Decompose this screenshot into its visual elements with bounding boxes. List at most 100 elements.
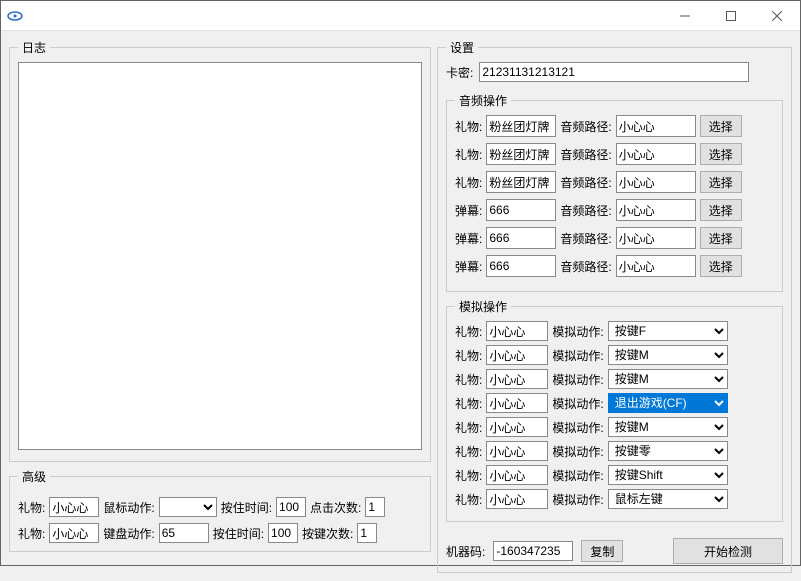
sim-row: 礼物: 模拟动作: 按键M bbox=[455, 417, 774, 437]
card-input[interactable] bbox=[479, 62, 749, 82]
left-column: 日志 高级 礼物: 鼠标动作: 按住时间: 点击次数: 礼物: bbox=[9, 39, 431, 573]
audio-row-value-input[interactable] bbox=[486, 115, 556, 137]
audio-legend: 音频操作 bbox=[455, 92, 511, 109]
audio-path-label: 音频路径: bbox=[560, 174, 611, 191]
log-textarea[interactable] bbox=[18, 62, 422, 450]
audio-path-input[interactable] bbox=[616, 199, 696, 221]
audio-path-input[interactable] bbox=[616, 115, 696, 137]
adv-mouse-action-select[interactable] bbox=[159, 497, 217, 517]
audio-select-button[interactable]: 选择 bbox=[700, 115, 742, 137]
sim-gift-label: 礼物: bbox=[455, 467, 482, 484]
sim-gift-label: 礼物: bbox=[455, 371, 482, 388]
audio-fieldset: 音频操作 礼物:音频路径:选择礼物:音频路径:选择礼物:音频路径:选择弹幕:音频… bbox=[446, 92, 783, 292]
audio-row-value-input[interactable] bbox=[486, 171, 556, 193]
audio-path-input[interactable] bbox=[616, 143, 696, 165]
log-fieldset: 日志 bbox=[9, 39, 431, 462]
audio-row: 礼物: 音频路径: 选择 bbox=[455, 143, 774, 165]
audio-row: 礼物: 音频路径: 选择 bbox=[455, 171, 774, 193]
audio-row-value-input[interactable] bbox=[486, 199, 556, 221]
sim-action-label: 模拟动作: bbox=[552, 467, 603, 484]
main-window: 日志 高级 礼物: 鼠标动作: 按住时间: 点击次数: 礼物: bbox=[0, 0, 801, 566]
audio-row: 礼物:音频路径:选择 bbox=[455, 115, 774, 137]
sim-gift-input[interactable] bbox=[486, 441, 548, 461]
audio-select-button[interactable]: 选择 bbox=[700, 255, 742, 277]
adv-mouse-action-label: 鼠标动作: bbox=[103, 499, 154, 516]
sim-action-select[interactable]: 按键零 bbox=[608, 441, 728, 461]
audio-row-value-input[interactable] bbox=[486, 143, 556, 165]
sim-gift-input[interactable] bbox=[486, 489, 548, 509]
audio-row-label: 礼物: bbox=[455, 174, 482, 191]
sim-action-label: 模拟动作: bbox=[552, 347, 603, 364]
sim-action-select[interactable]: 按键M bbox=[608, 369, 728, 389]
audio-path-input[interactable] bbox=[616, 171, 696, 193]
sim-action-select[interactable]: 按键F bbox=[608, 321, 728, 341]
audio-row-label: 弹幕: bbox=[455, 230, 482, 247]
sim-gift-input[interactable] bbox=[486, 393, 548, 413]
adv-hold-time2-label: 按住时间: bbox=[213, 525, 264, 542]
advanced-legend: 高级 bbox=[18, 468, 50, 485]
audio-select-button[interactable]: 选择 bbox=[700, 199, 742, 221]
audio-select-button[interactable]: 选择 bbox=[700, 143, 742, 165]
sim-action-select[interactable]: 鼠标左键 bbox=[608, 489, 728, 509]
sim-row: 礼物:模拟动作:鼠标左键 bbox=[455, 489, 774, 509]
adv-gift1-input[interactable] bbox=[49, 497, 99, 517]
adv-hold-time-input[interactable] bbox=[276, 497, 306, 517]
sim-gift-input[interactable] bbox=[486, 417, 548, 437]
sim-row: 礼物: 模拟动作: 按键Shift bbox=[455, 465, 774, 485]
start-detect-button[interactable]: 开始检测 bbox=[673, 538, 783, 564]
machine-code-label: 机器码: bbox=[446, 543, 485, 560]
window-controls bbox=[662, 1, 800, 31]
adv-gift2-label: 礼物: bbox=[18, 525, 45, 542]
sim-action-label: 模拟动作: bbox=[552, 371, 603, 388]
sim-gift-input[interactable] bbox=[486, 345, 548, 365]
audio-path-label: 音频路径: bbox=[560, 258, 611, 275]
titlebar bbox=[1, 1, 800, 31]
adv-hold-time2-input[interactable] bbox=[268, 523, 298, 543]
sim-row: 礼物:模拟动作:按键M bbox=[455, 345, 774, 365]
sim-gift-label: 礼物: bbox=[455, 419, 482, 436]
audio-row-value-input[interactable] bbox=[486, 227, 556, 249]
audio-select-button[interactable]: 选择 bbox=[700, 171, 742, 193]
audio-path-input[interactable] bbox=[616, 255, 696, 277]
close-button[interactable] bbox=[754, 1, 800, 31]
audio-path-label: 音频路径: bbox=[560, 118, 611, 135]
right-column: 设置 卡密: 音频操作 礼物:音频路径:选择礼物:音频路径:选择礼物:音频路径:… bbox=[437, 39, 792, 573]
sim-gift-label: 礼物: bbox=[455, 395, 482, 412]
sim-row: 礼物:模拟动作:按键F bbox=[455, 321, 774, 341]
sim-gift-label: 礼物: bbox=[455, 443, 482, 460]
sim-gift-input[interactable] bbox=[486, 465, 548, 485]
adv-click-count-label: 点击次数: bbox=[310, 499, 361, 516]
sim-action-select[interactable]: 按键Shift bbox=[608, 465, 728, 485]
minimize-button[interactable] bbox=[662, 1, 708, 31]
copy-button[interactable]: 复制 bbox=[581, 540, 623, 562]
audio-row-value-input[interactable] bbox=[486, 255, 556, 277]
adv-gift1-label: 礼物: bbox=[18, 499, 45, 516]
sim-gift-input[interactable] bbox=[486, 369, 548, 389]
machine-code-input[interactable] bbox=[493, 541, 573, 561]
adv-key-count-input[interactable] bbox=[357, 523, 377, 543]
adv-keyboard-action-input[interactable] bbox=[159, 523, 209, 543]
sim-action-label: 模拟动作: bbox=[552, 419, 603, 436]
sim-action-select[interactable]: 按键M bbox=[608, 345, 728, 365]
sim-row: 礼物: 模拟动作: 按键零 bbox=[455, 441, 774, 461]
sim-action-select[interactable]: 退出游戏(CF) bbox=[608, 393, 728, 413]
sim-gift-input[interactable] bbox=[486, 321, 548, 341]
sim-row: 礼物: 模拟动作: 按键M bbox=[455, 369, 774, 389]
sim-action-select[interactable]: 按键M bbox=[608, 417, 728, 437]
adv-hold-time-label: 按住时间: bbox=[221, 499, 272, 516]
sim-row: 礼物:模拟动作:退出游戏(CF) bbox=[455, 393, 774, 413]
maximize-button[interactable] bbox=[708, 1, 754, 31]
audio-path-input[interactable] bbox=[616, 227, 696, 249]
audio-select-button[interactable]: 选择 bbox=[700, 227, 742, 249]
content: 日志 高级 礼物: 鼠标动作: 按住时间: 点击次数: 礼物: bbox=[1, 31, 800, 581]
sim-action-label: 模拟动作: bbox=[552, 443, 603, 460]
audio-row-label: 弹幕: bbox=[455, 202, 482, 219]
audio-path-label: 音频路径: bbox=[560, 230, 611, 247]
adv-gift2-input[interactable] bbox=[49, 523, 99, 543]
sim-action-label: 模拟动作: bbox=[552, 323, 603, 340]
bottom-row: 机器码: 复制 开始检测 bbox=[446, 532, 783, 564]
audio-path-label: 音频路径: bbox=[560, 146, 611, 163]
adv-keyboard-action-label: 键盘动作: bbox=[103, 525, 154, 542]
adv-click-count-input[interactable] bbox=[365, 497, 385, 517]
audio-row-label: 礼物: bbox=[455, 146, 482, 163]
